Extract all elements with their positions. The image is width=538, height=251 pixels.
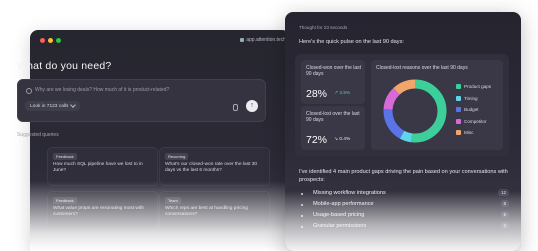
ask-placeholder: Why are we losing deals? How much of it … <box>35 87 170 93</box>
legend-label: Competitor <box>464 118 487 124</box>
url-text: app.attention.tech <box>246 37 286 43</box>
window-titlebar: app.attention.tech <box>30 30 290 50</box>
gap-item[interactable]: Granular permissions 3 <box>299 222 509 234</box>
query-tag: Recurring <box>165 153 189 160</box>
call-scope-dropdown[interactable]: Look in 7123 calls <box>25 101 81 111</box>
gap-item[interactable]: Usage-based pricing 5 <box>299 211 509 223</box>
send-button[interactable]: ↑ <box>246 100 258 112</box>
query-tag: Feedback <box>53 197 77 204</box>
legend-item: Timing <box>456 93 491 105</box>
stat-delta: ↗ 3.5% <box>334 91 351 96</box>
chart-title: Closed-lost reasons over the last 90 day… <box>376 65 468 71</box>
chevron-down-icon <box>70 102 77 108</box>
gap-name: Mobile-app performance <box>313 201 374 207</box>
donut-chart <box>383 79 447 143</box>
closed-lost-stat: Closed-lost over the last 90 days 72% ↘ … <box>301 106 365 150</box>
legend-label: Timing <box>464 95 478 101</box>
legend-swatch <box>456 107 461 113</box>
suggested-queries-label: Suggested queries <box>17 132 59 138</box>
query-text: How much SQL pipeline have we lost to in… <box>53 162 143 174</box>
donut-slice-timing <box>399 130 413 143</box>
legend-item: Competitor <box>456 116 491 128</box>
legend-label: Misc <box>464 130 474 136</box>
legend-item: Budget <box>456 104 491 116</box>
close-window-button[interactable] <box>40 38 45 43</box>
query-text: What value props are resonating most wit… <box>53 206 144 218</box>
gap-count-badge: 8 <box>500 200 509 207</box>
gap-name: Usage-based pricing <box>313 212 365 218</box>
gap-item[interactable]: Missing workflow integrations 12 <box>299 189 509 201</box>
stat-label: Closed-lost over the last 90 days <box>306 111 360 124</box>
page-title: What do you need? <box>17 60 112 72</box>
bullet <box>301 193 303 195</box>
legend-item: Product gaps <box>456 81 491 93</box>
stat-value: 72% <box>306 134 328 146</box>
suggested-query-card[interactable]: Feedback What value props are resonating… <box>47 191 158 230</box>
lock-icon <box>240 38 245 42</box>
legend-label: Budget <box>464 107 479 113</box>
legend-label: Product gaps <box>464 84 492 90</box>
donut-slice-budget <box>383 109 405 139</box>
maximize-window-button[interactable] <box>56 38 61 43</box>
donut-slice-competitor <box>383 88 400 110</box>
metrics-panel: Closed-won over the last 90 days 28% ↗ 3… <box>295 54 509 156</box>
stat-label: Closed-won over the last 90 days <box>306 65 362 78</box>
url-display: app.attention.tech <box>240 37 286 43</box>
microphone-icon[interactable] <box>233 104 238 111</box>
bullet <box>301 226 303 228</box>
answer-summary: I've identified 4 main product gaps driv… <box>299 169 508 183</box>
answer-intro: Here's the quick pulse on the last 90 da… <box>299 39 404 45</box>
search-icon <box>26 88 32 94</box>
legend-swatch <box>456 118 461 124</box>
donut-slice-misc <box>393 79 416 95</box>
bullet <box>301 204 303 206</box>
query-tag: Team <box>165 197 181 204</box>
closed-won-stat: Closed-won over the last 90 days 28% ↗ 3… <box>301 60 365 104</box>
suggested-query-card[interactable]: Feedback How much SQL pipeline have we l… <box>47 147 158 186</box>
stat-value: 28% <box>306 88 328 100</box>
gap-name: Missing workflow integrations <box>313 190 386 196</box>
thought-duration: Thought for 23 seconds <box>299 25 348 30</box>
query-tag: Feedback <box>53 153 77 160</box>
legend-item: Misc <box>456 127 491 139</box>
bullet <box>301 215 303 217</box>
query-text: What's our closed-won rate over the last… <box>165 162 258 174</box>
gap-name: Granular permissions <box>313 223 367 229</box>
donut-slice-product-gaps <box>411 79 447 143</box>
suggested-query-card[interactable]: Team Which reps are best at handling pri… <box>159 191 270 230</box>
gap-count-badge: 3 <box>500 222 509 229</box>
stat-delta: ↘ 0.4% <box>334 137 351 142</box>
gap-item[interactable]: Mobile-app performance 8 <box>299 200 509 212</box>
suggested-query-card[interactable]: Recurring What's our closed-won rate ove… <box>159 147 270 186</box>
query-text: Which reps are best at handling pricing … <box>165 206 248 218</box>
gap-count-badge: 5 <box>500 211 509 218</box>
product-gaps-list: Missing workflow integrations 12 Mobile-a… <box>299 189 509 234</box>
lost-reasons-chart: Closed-lost reasons over the last 90 day… <box>371 60 503 150</box>
gap-count-badge: 12 <box>498 189 509 196</box>
answer-window: Thought for 23 seconds Here's the quick … <box>285 12 521 251</box>
legend-swatch <box>456 130 461 136</box>
legend-swatch <box>456 95 461 101</box>
legend-swatch <box>456 84 461 90</box>
chart-legend: Product gaps Timing Budget Competitor Misc <box>456 81 491 139</box>
ask-input[interactable]: Why are we losing deals? How much of it … <box>17 79 266 122</box>
minimize-window-button[interactable] <box>48 38 53 43</box>
call-scope-label: Look in 7123 calls <box>30 103 69 109</box>
